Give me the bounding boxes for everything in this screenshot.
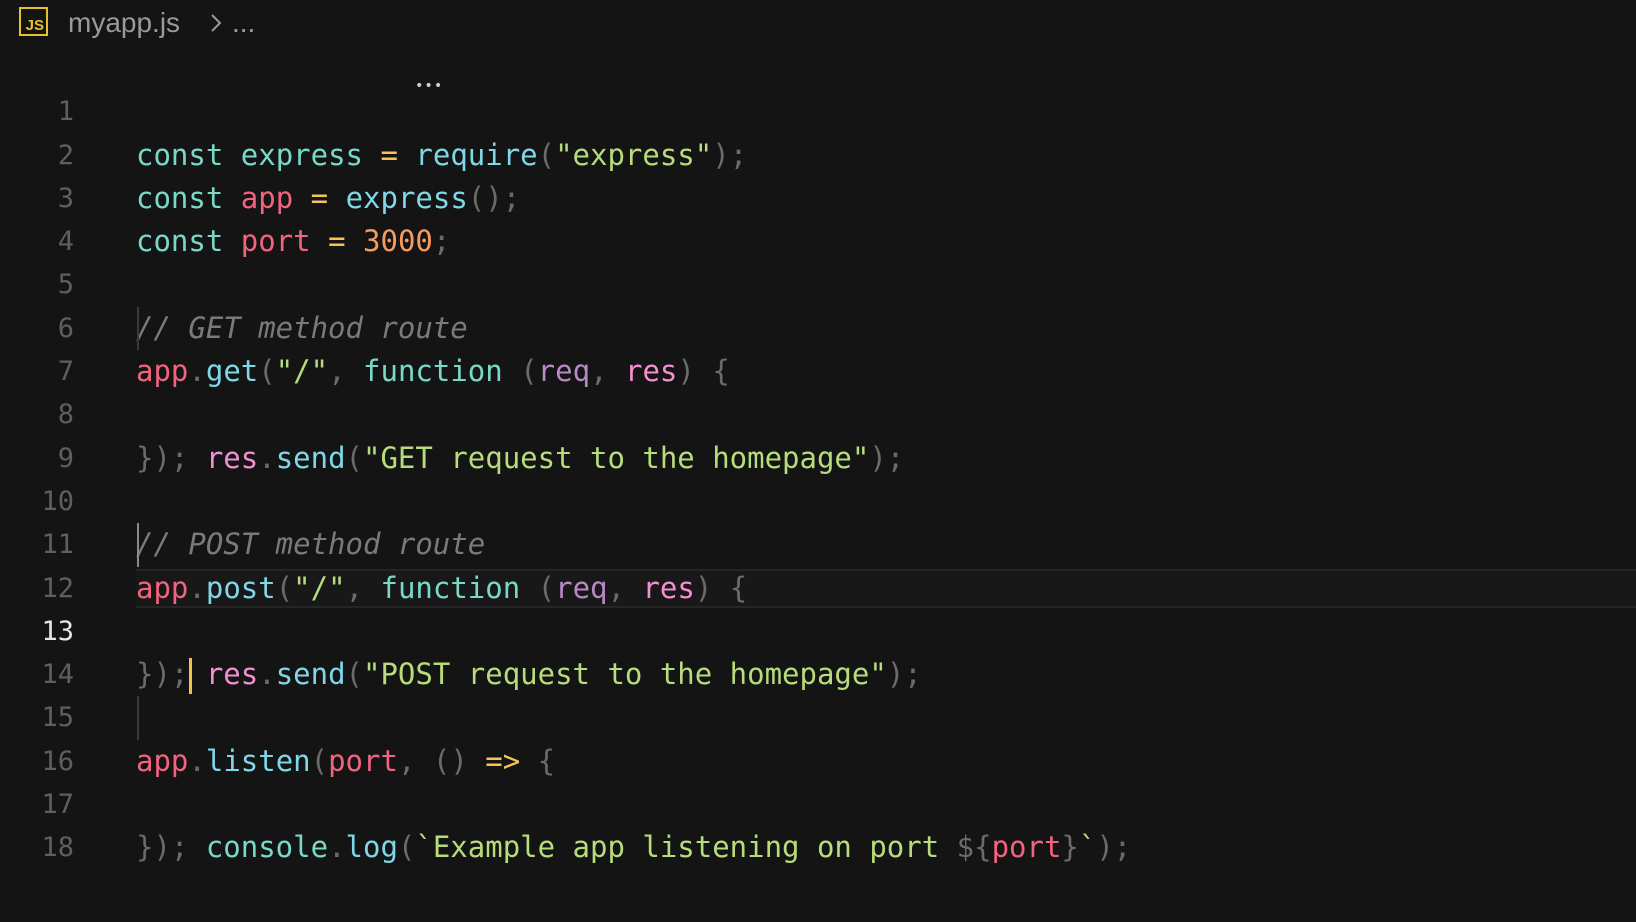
line-number: 1 [57,96,74,128]
text-cursor [189,658,193,695]
indent-guide-active [137,523,139,567]
line-number: 13 [41,615,74,647]
code-text: app.get("/", function (req, res) { [136,354,730,389]
line-number: 10 [41,485,74,517]
line-number: 6 [57,312,74,344]
code-text: const app = express(); [136,180,521,215]
line-number: 16 [41,745,74,777]
indent-guide [137,306,139,351]
line-number: 18 [41,832,74,864]
line-number: 3 [57,182,74,214]
line-number: 14 [41,659,74,691]
code-text: res.send("GET request to the homepage"); [205,440,905,475]
breadcrumb-more[interactable]: ... [232,4,255,42]
code-line[interactable]: 6 app.get("/", function (req, res) { [0,263,1636,388]
code-text: console.log(`Example app listening on po… [205,830,1132,865]
code-text: }); [136,440,189,475]
line-number: 4 [57,226,74,258]
code-line[interactable]: 18 [0,783,1636,863]
code-line[interactable]: 16 console.log(`Example app listening on… [0,696,1636,864]
breadcrumb: JS myapp.js ... [0,0,1636,46]
line-number: 9 [57,442,74,474]
code-text: res.send("POST request to the homepage")… [205,657,922,692]
code-text: }); [136,830,189,865]
javascript-file-icon: JS [19,7,48,36]
code-line[interactable]: 11 app.post("/", function (req, res) { [0,480,1636,604]
line-number: 17 [41,789,74,821]
line-number: 7 [57,356,74,388]
code-text: app.listen(port, () => { [136,743,556,778]
code-editor[interactable]: ••• 1 const express = require("express")… [0,47,1636,864]
indent-guide [137,696,139,740]
code-text: const express = require("express"); [136,137,748,172]
line-number: 8 [57,399,74,431]
code-text: app.post("/", function (req, res) { [136,570,748,605]
code-comment: // GET method route [136,310,468,345]
line-number: 5 [57,269,74,301]
line-number: 12 [41,572,74,604]
chevron-right-icon [211,14,222,32]
breadcrumb-file-name[interactable]: myapp.js [68,4,180,42]
code-text: }); [136,653,193,696]
code-text: const port = 3000; [136,224,451,259]
code-comment: // POST method route [136,527,486,562]
code-line[interactable]: 1 const express = require("express"); [0,47,1636,171]
line-number: 2 [57,139,74,171]
line-number: 11 [41,529,74,561]
line-number: 15 [41,702,74,734]
hint-ellipsis-indicator[interactable]: ••• [415,79,443,93]
code-line[interactable]: 14 [0,610,1636,690]
code-line[interactable]: 2 const app = express(); [0,90,1636,215]
code-line[interactable]: 9 [0,393,1636,474]
